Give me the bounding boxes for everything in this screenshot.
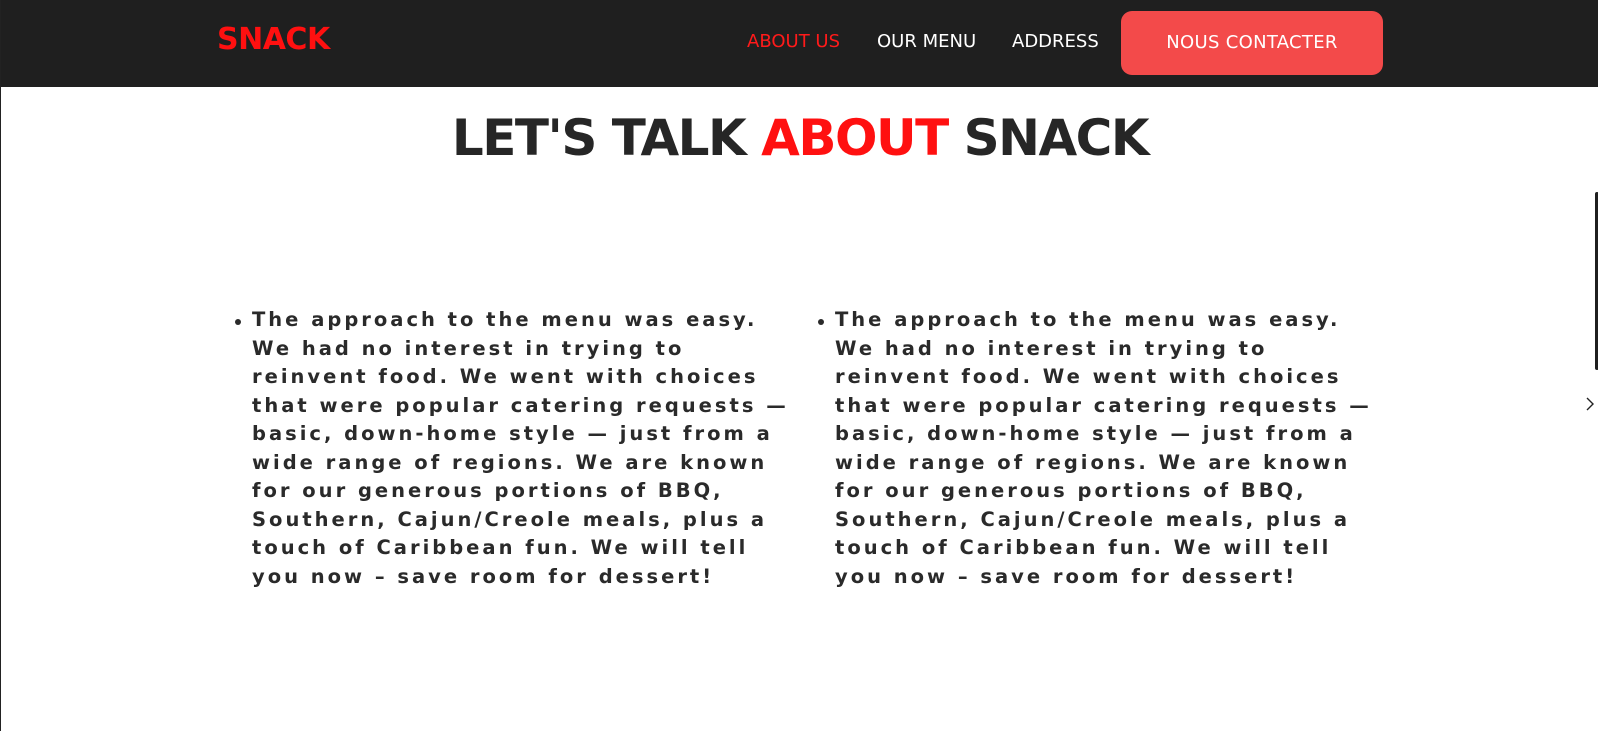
about-paragraph: The approach to the menu was easy. We ha… (835, 308, 1372, 588)
top-navbar: SNACK ABOUT US OUR MENU ADDRESS NOUS CON… (1, 0, 1598, 87)
page: SNACK ABOUT US OUR MENU ADDRESS NOUS CON… (0, 0, 1598, 731)
title-prefix: LET'S TALK (451, 109, 762, 167)
chevron-right-icon[interactable] (1583, 396, 1597, 412)
about-column-left: The approach to the menu was easy. We ha… (235, 306, 795, 591)
nav-link-about-us[interactable]: ABOUT US (747, 31, 840, 52)
nav-link-our-menu[interactable]: OUR MENU (877, 31, 976, 52)
bullet-icon (818, 319, 824, 325)
list-item: The approach to the menu was easy. We ha… (235, 306, 792, 591)
title-suffix: SNACK (947, 109, 1150, 167)
nav-link-address[interactable]: ADDRESS (1012, 31, 1099, 52)
section-title: LET'S TALK ABOUT SNACK (1, 109, 1598, 167)
list-item: The approach to the menu was easy. We ha… (818, 306, 1375, 591)
about-column-right: The approach to the menu was easy. We ha… (818, 306, 1378, 591)
contact-button[interactable]: NOUS CONTACTER (1121, 11, 1383, 75)
brand-logo[interactable]: SNACK (217, 22, 330, 57)
about-paragraph: The approach to the menu was easy. We ha… (252, 308, 789, 588)
bullet-icon (235, 319, 241, 325)
title-highlight: ABOUT (761, 109, 949, 167)
